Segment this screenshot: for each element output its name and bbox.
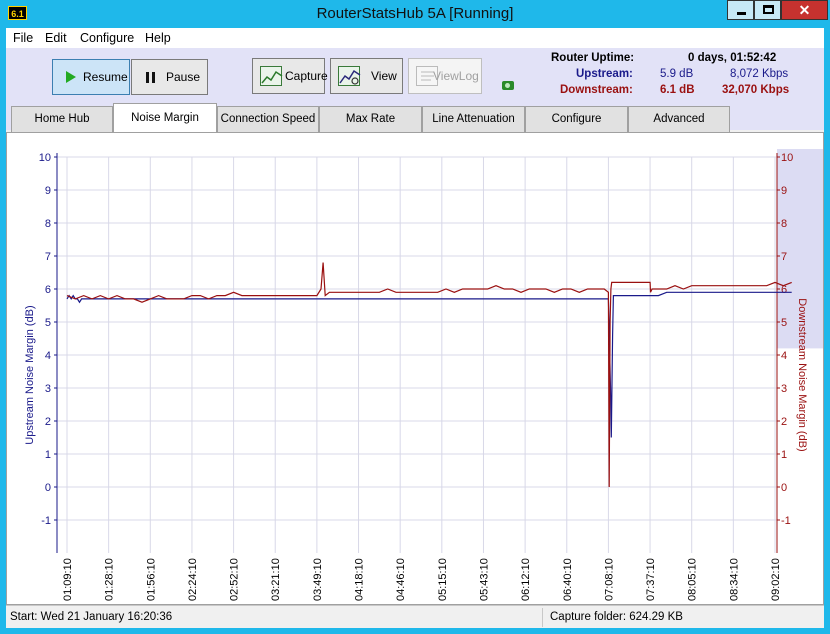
y-tick-label-right: -1 [781, 515, 791, 527]
menu-configure[interactable]: Configure [80, 31, 134, 45]
viewlog-label: ViewLog [433, 69, 479, 83]
y-tick-label-right: 7 [781, 251, 787, 263]
y-axis-title-left: Upstream Noise Margin (dB) [24, 305, 36, 444]
resume-label: Resume [83, 70, 128, 84]
series-line-upstream [66, 291, 792, 438]
pause-button[interactable]: Pause [131, 59, 208, 95]
menu-edit[interactable]: Edit [45, 31, 67, 45]
tab-home-hub[interactable]: Home Hub [11, 106, 113, 132]
y-tick-label-left: 9 [45, 185, 51, 197]
capture-button[interactable]: Capture [252, 58, 328, 94]
downstream-snr: 6.1 dB [660, 84, 695, 96]
menu-file[interactable]: File [13, 31, 33, 45]
y-tick-label-left: 7 [45, 251, 51, 263]
y-tick-label-right: 3 [781, 383, 787, 395]
resume-button[interactable]: Resume [52, 59, 130, 95]
status-separator [542, 608, 543, 627]
app-window: 6.1 RouterStatsHub 5A [Running] ✕ File E… [0, 0, 830, 634]
x-tick-label: 01:56:10 [145, 558, 157, 601]
y-tick-label-left: 4 [45, 350, 51, 362]
upstream-snr: 5.9 dB [660, 68, 694, 80]
y-tick-label-right: 10 [781, 152, 793, 164]
tab-max-rate[interactable]: Max Rate [319, 106, 422, 132]
menu-bar: File Edit Configure Help [6, 28, 824, 48]
view-button[interactable]: View [330, 58, 403, 94]
x-tick-label: 02:24:10 [187, 558, 199, 601]
y-tick-label-left: 2 [45, 416, 51, 428]
y-tick-label-left: 1 [45, 449, 51, 461]
downstream-rate: 32,070 Kbps [722, 84, 790, 96]
tab-noise-margin[interactable]: Noise Margin [113, 103, 217, 133]
tab-strip: Home Hub Noise Margin Connection Speed M… [6, 103, 824, 133]
x-tick-label: 08:34:10 [728, 558, 740, 601]
x-tick-label: 05:43:10 [478, 558, 490, 601]
status-capture-folder: Capture folder: 624.29 KB [550, 611, 683, 623]
view-chart-icon [338, 66, 361, 86]
upstream-label: Upstream: [576, 68, 633, 80]
y-tick-label-right: 1 [781, 449, 787, 461]
y-tick-label-right: 0 [781, 482, 787, 494]
x-tick-label: 04:18:10 [354, 558, 366, 601]
tab-connection-speed[interactable]: Connection Speed [217, 106, 319, 132]
pause-label: Pause [166, 70, 201, 84]
close-button[interactable]: ✕ [781, 0, 828, 20]
tab-configure[interactable]: Configure [525, 106, 628, 132]
x-tick-label: 06:12:10 [520, 558, 532, 601]
menu-help[interactable]: Help [145, 31, 171, 45]
minimize-button[interactable] [727, 0, 754, 20]
status-start-time: Start: Wed 21 January 16:20:36 [10, 611, 173, 623]
noise-margin-chart: -1 -10 01 12 23 34 45 56 67 78 89 910 1001:09:10 01:2… [24, 149, 823, 601]
y-tick-label-left: 10 [39, 152, 51, 164]
x-tick-label: 03:49:10 [312, 558, 324, 601]
tab-advanced[interactable]: Advanced [628, 106, 730, 132]
x-tick-label: 01:09:10 [62, 558, 74, 601]
viewlog-button[interactable]: ViewLog [408, 58, 482, 94]
uptime-value: 0 days, 01:52:42 [688, 52, 777, 64]
x-tick-label: 07:37:10 [645, 558, 657, 601]
downstream-label: Downstream: [560, 84, 633, 96]
upstream-rate: 8,072 Kbps [730, 68, 789, 80]
x-tick-label: 08:05:10 [687, 558, 699, 601]
status-bar: Start: Wed 21 January 16:20:36 Capture f… [6, 605, 824, 628]
y-axis-title-right: Downstream Noise Margin (dB) [796, 298, 808, 451]
title-bar[interactable]: 6.1 RouterStatsHub 5A [Running] ✕ [0, 0, 830, 28]
x-tick-label: 07:08:10 [603, 558, 615, 601]
y-tick-label-right: 4 [781, 350, 787, 362]
y-tick-label-left: 0 [45, 482, 51, 494]
y-tick-label-left: 6 [45, 284, 51, 296]
y-tick-label-left: 8 [45, 218, 51, 230]
close-icon: ✕ [798, 2, 811, 18]
capture-label: Capture [285, 69, 328, 83]
uptime-label: Router Uptime: [551, 52, 635, 64]
x-tick-label: 02:52:10 [229, 558, 241, 601]
x-tick-label: 03:21:10 [270, 558, 282, 601]
y-tick-label-left: -1 [41, 515, 51, 527]
camera-icon [502, 81, 514, 90]
y-tick-label-right: 9 [781, 185, 787, 197]
pause-icon [146, 72, 155, 83]
capture-chart-icon [260, 66, 283, 86]
x-tick-label: 06:40:10 [562, 558, 574, 601]
x-tick-label: 01:28:10 [104, 558, 116, 601]
y-tick-label-right: 2 [781, 416, 787, 428]
y-tick-label-right: 8 [781, 218, 787, 230]
view-label: View [371, 69, 397, 83]
y-tick-label-left: 5 [45, 317, 51, 329]
client-area: File Edit Configure Help Resume Pause Ca… [6, 28, 824, 628]
maximize-button[interactable] [754, 0, 781, 20]
x-tick-label: 05:15:10 [437, 558, 449, 601]
maximize-icon [763, 5, 774, 14]
x-tick-label: 04:46:10 [395, 558, 407, 601]
series-line-downstream [66, 262, 792, 488]
play-icon [66, 71, 76, 83]
y-tick-label-left: 3 [45, 383, 51, 395]
tab-line-attenuation[interactable]: Line Attenuation [422, 106, 525, 132]
window-title: RouterStatsHub 5A [Running] [316, 5, 514, 22]
noise-margin-chart-panel: -1 -1 0 0 1 1 2 2 3 3 4 4 5 5 6 6 7 7 8 8 9 9 10 10 01:09:10 01:2… [6, 132, 824, 605]
y-tick-label-right: 5 [781, 317, 787, 329]
x-tick-label: 09:02:10 [770, 558, 782, 601]
minimize-icon [737, 12, 746, 15]
